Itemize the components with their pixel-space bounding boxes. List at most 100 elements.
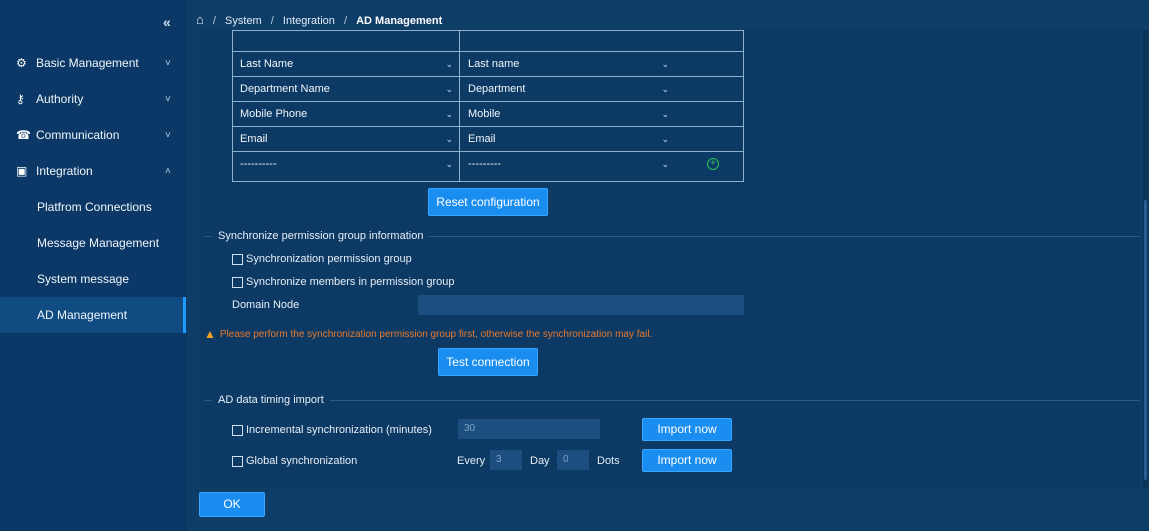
ok-button[interactable]: OK bbox=[199, 492, 265, 517]
mapping-row: Email ⌄ Email ⌄ bbox=[233, 126, 743, 151]
sidebar-item-label: Communication bbox=[36, 128, 120, 142]
checkbox-icon bbox=[232, 424, 243, 436]
global-sync-checkbox[interactable]: Global synchronization bbox=[232, 455, 357, 467]
select-value: --------- bbox=[468, 158, 501, 170]
chevron-down-icon: ⌄ bbox=[445, 159, 453, 169]
mapping-row: Last Name ⌄ Last name ⌄ bbox=[233, 51, 743, 76]
breadcrumb-integration[interactable]: Integration bbox=[283, 15, 335, 27]
sidebar-item-label: Platfrom Connections bbox=[37, 200, 152, 214]
add-row-icon[interactable]: + bbox=[707, 158, 719, 170]
sidebar-item-basic-management[interactable]: ⚙ Basic Management ˅ bbox=[0, 45, 186, 81]
ad-field-select[interactable]: Mobile Phone ⌄ bbox=[233, 105, 457, 123]
breadcrumb: ⌂ / System / Integration / AD Management bbox=[196, 12, 448, 27]
system-field-select[interactable]: --------- ⌄ bbox=[461, 155, 673, 173]
select-value: Email bbox=[240, 133, 268, 145]
checkbox-label: Incremental synchronization (minutes) bbox=[246, 424, 432, 436]
incremental-minutes-input[interactable]: 30 bbox=[458, 419, 600, 439]
sidebar-item-label: Integration bbox=[36, 164, 93, 178]
mapping-row: ---------- ⌄ --------- ⌄ + bbox=[233, 151, 743, 176]
select-value: Mobile bbox=[468, 108, 501, 120]
chevron-down-icon: ⌄ bbox=[661, 134, 669, 144]
ad-field-select[interactable]: Last Name ⌄ bbox=[233, 55, 457, 73]
sidebar-item-label: Authority bbox=[36, 92, 84, 106]
chevron-down-icon: ⌄ bbox=[661, 59, 669, 69]
chevron-down-icon: ˅ bbox=[165, 57, 171, 69]
breadcrumb-separator: / bbox=[343, 15, 348, 27]
checkbox-label: Synchronization permission group bbox=[246, 253, 412, 265]
checkbox-icon bbox=[232, 455, 243, 467]
select-value: Last name bbox=[468, 58, 520, 70]
import-now-button[interactable]: Import now bbox=[642, 418, 732, 441]
chevron-down-icon: ⌄ bbox=[445, 109, 453, 119]
chevron-down-icon: ⌄ bbox=[661, 109, 669, 119]
chevron-down-icon: ⌄ bbox=[445, 134, 453, 144]
sidebar-item-label: AD Management bbox=[37, 308, 128, 322]
system-field-select[interactable]: Department ⌄ bbox=[461, 80, 673, 98]
phone-icon: ☎ bbox=[16, 128, 31, 142]
chevron-up-icon: ˄ bbox=[165, 165, 171, 177]
day-input[interactable]: 0 bbox=[557, 450, 589, 470]
import-now-button[interactable]: Import now bbox=[642, 449, 732, 472]
section-title: Synchronize permission group information bbox=[212, 230, 430, 242]
breadcrumb-separator: / bbox=[270, 15, 274, 27]
sidebar-item-ad-management[interactable]: AD Management bbox=[0, 297, 186, 333]
domain-node-input[interactable] bbox=[418, 295, 744, 315]
gear-icon: ⚙ bbox=[16, 56, 27, 70]
every-input[interactable]: 3 bbox=[490, 450, 522, 470]
ad-field-select[interactable]: Email ⌄ bbox=[233, 130, 457, 148]
chevron-down-icon: ˅ bbox=[165, 129, 171, 141]
system-field-select[interactable]: Email ⌄ bbox=[461, 130, 673, 148]
sidebar-item-communication[interactable]: ☎ Communication ˅ bbox=[0, 117, 186, 153]
sidebar-item-label: Message Management bbox=[37, 236, 160, 250]
sidebar-item-message-management[interactable]: Message Management bbox=[0, 225, 186, 261]
collapse-sidebar-icon[interactable]: « bbox=[163, 14, 171, 30]
warning-text: Please perform the synchronization permi… bbox=[219, 328, 653, 340]
day-label: Day bbox=[530, 455, 550, 467]
every-label: Every bbox=[457, 455, 486, 467]
ad-field-select[interactable]: Department Name ⌄ bbox=[233, 80, 457, 98]
warning-message: ▲ Please perform the synchronization perm… bbox=[204, 327, 652, 341]
sidebar-item-integration[interactable]: ▣ Integration ˄ bbox=[0, 153, 186, 189]
sidebar-item-label: System message bbox=[37, 272, 130, 286]
select-value: ---------- bbox=[240, 158, 277, 170]
breadcrumb-separator: / bbox=[212, 15, 216, 27]
mapping-row: Department Name ⌄ Department ⌄ bbox=[233, 76, 743, 101]
grid-icon: ▣ bbox=[16, 164, 28, 178]
checkbox-icon bbox=[232, 276, 243, 288]
section-title: AD data timing import bbox=[212, 394, 330, 406]
ad-field-select[interactable]: ---------- ⌄ bbox=[233, 155, 457, 173]
sidebar: « ⚙ Basic Management ˅ ⚷ Authority ˅ ☎ C… bbox=[0, 0, 186, 531]
test-connection-button[interactable]: Test connection bbox=[438, 348, 538, 376]
section-divider bbox=[204, 400, 1140, 401]
system-field-select[interactable]: Mobile ⌄ bbox=[461, 105, 673, 123]
checkbox-label: Global synchronization bbox=[246, 455, 358, 467]
key-icon: ⚷ bbox=[16, 92, 25, 106]
sidebar-item-system-message[interactable]: System message bbox=[0, 261, 186, 297]
reset-configuration-button[interactable]: Reset configuration bbox=[428, 188, 548, 216]
dots-label: Dots bbox=[597, 455, 620, 467]
select-value: Last Name bbox=[240, 58, 294, 70]
system-field-select[interactable]: Last name ⌄ bbox=[461, 55, 673, 73]
breadcrumb-current: AD Management bbox=[356, 15, 443, 27]
select-value: Mobile Phone bbox=[240, 108, 308, 120]
field-mapping-table: Last Name ⌄ Last name ⌄ Department Name ⌄ D… bbox=[232, 30, 744, 182]
chevron-down-icon: ˅ bbox=[165, 93, 171, 105]
sync-members-checkbox[interactable]: Synchronize members in permission group bbox=[232, 276, 454, 288]
chevron-down-icon: ⌄ bbox=[445, 59, 453, 69]
checkbox-label: Synchronize members in permission group bbox=[246, 276, 455, 288]
warning-icon: ▲ bbox=[204, 327, 216, 341]
domain-node-label: Domain Node bbox=[232, 299, 300, 311]
sidebar-item-label: Basic Management bbox=[36, 56, 139, 70]
incremental-sync-checkbox[interactable]: Incremental synchronization (minutes) bbox=[232, 424, 432, 436]
select-value: Email bbox=[468, 133, 496, 145]
home-icon[interactable]: ⌂ bbox=[196, 12, 204, 27]
mapping-row: Mobile Phone ⌄ Mobile ⌄ bbox=[233, 101, 743, 126]
chevron-down-icon: ⌄ bbox=[661, 84, 669, 94]
checkbox-icon bbox=[232, 253, 243, 265]
breadcrumb-system[interactable]: System bbox=[225, 15, 262, 27]
sidebar-item-authority[interactable]: ⚷ Authority ˅ bbox=[0, 81, 186, 117]
sidebar-item-platform-connections[interactable]: Platfrom Connections bbox=[0, 189, 186, 225]
select-value: Department bbox=[468, 83, 526, 95]
scrollbar-thumb[interactable] bbox=[1144, 200, 1147, 480]
sync-permission-group-checkbox[interactable]: Synchronization permission group bbox=[232, 253, 412, 265]
